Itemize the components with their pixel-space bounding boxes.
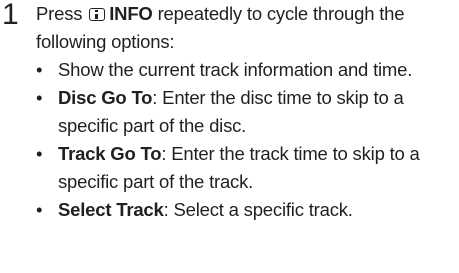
bullet: • xyxy=(36,87,43,108)
option-term: Track Go To xyxy=(58,143,162,164)
step-body: Press INFO repeatedly to cycle through t… xyxy=(36,0,456,224)
option-text: Select a specific track. xyxy=(168,199,353,220)
list-item: • Disc Go To: Enter the disc time to skip… xyxy=(36,84,456,140)
list-item: • Show the current track information and … xyxy=(36,56,456,84)
bullet: • xyxy=(36,199,43,220)
info-key-label: INFO xyxy=(109,3,153,24)
step-intro: Press INFO repeatedly to cycle through t… xyxy=(36,0,456,56)
option-text: Show the current track information and t… xyxy=(58,59,413,80)
option-term: Disc Go To xyxy=(58,87,153,108)
list-item: • Select Track: Select a specific track. xyxy=(36,196,456,224)
bullet: • xyxy=(36,59,43,80)
option-term: Select Track xyxy=(58,199,164,220)
step-number: 1 xyxy=(2,0,19,31)
bullet: • xyxy=(36,143,43,164)
info-icon xyxy=(89,8,106,21)
list-item: • Track Go To: Enter the track time to sk… xyxy=(36,140,456,196)
intro-text-before: Press xyxy=(36,3,88,24)
options-list: • Show the current track information and … xyxy=(36,56,456,224)
